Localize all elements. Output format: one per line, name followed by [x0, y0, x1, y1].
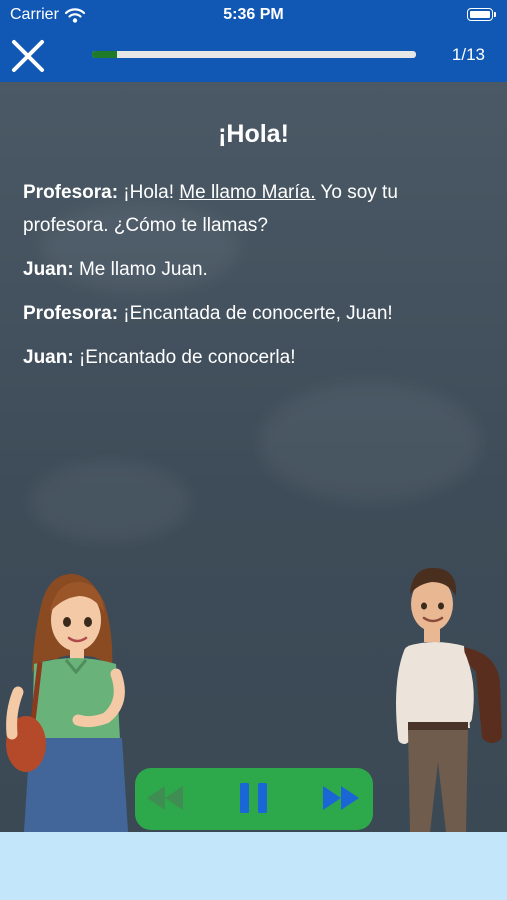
page-counter: 1/13	[451, 45, 485, 64]
line-text: ¡Hola!	[118, 182, 180, 203]
teacher-illustration	[6, 573, 128, 832]
dialogue-line: Profesora: ¡Hola! Me llamo María. Yo soy…	[23, 176, 483, 242]
status-time: 5:36 PM	[223, 6, 284, 23]
chalkboard: ¡Hola! Profesora: ¡Hola! Me llamo María.…	[0, 82, 507, 832]
dialogue-line: Profesora: ¡Encantada de conocerte, Juan…	[23, 297, 483, 330]
chalk-smudge	[30, 462, 190, 542]
close-button[interactable]	[10, 38, 46, 74]
line-text: Me llamo Juan.	[73, 259, 208, 280]
battery-icon	[467, 8, 496, 21]
speaker-name: Profesora:	[23, 182, 119, 203]
speaker-name: Juan:	[23, 259, 74, 280]
fast-forward-button[interactable]	[319, 778, 363, 818]
speaker-name: Profesora:	[23, 303, 119, 324]
lesson-progress-bar	[92, 51, 416, 58]
dialogue-line: Juan: Me llamo Juan.	[23, 253, 483, 286]
lesson-progress-fill	[92, 51, 117, 58]
highlighted-phrase[interactable]: Me llamo María.	[179, 182, 315, 203]
dialogue-line: Juan: ¡Encantado de conocerla!	[23, 341, 483, 374]
rewind-icon	[147, 786, 183, 810]
speaker-name: Juan:	[23, 347, 74, 368]
student-illustration	[396, 567, 502, 832]
fast-forward-icon	[323, 786, 359, 810]
status-bar: Carrier 5:36 PM	[0, 0, 507, 30]
playback-controls	[135, 768, 373, 830]
lesson-header: 1/13	[0, 30, 507, 82]
lesson-title: ¡Hola!	[218, 120, 289, 148]
chalk-smudge	[260, 382, 480, 502]
close-icon	[12, 40, 44, 72]
dialogue: Profesora: ¡Hola! Me llamo María. Yo soy…	[23, 176, 483, 385]
rewind-button[interactable]	[143, 778, 187, 818]
line-text: ¡Encantado de conocerla!	[73, 347, 296, 368]
pause-icon	[240, 783, 267, 813]
bottom-panel	[0, 832, 507, 900]
line-text: ¡Encantada de conocerte, Juan!	[118, 303, 393, 324]
pause-button[interactable]	[232, 778, 276, 818]
